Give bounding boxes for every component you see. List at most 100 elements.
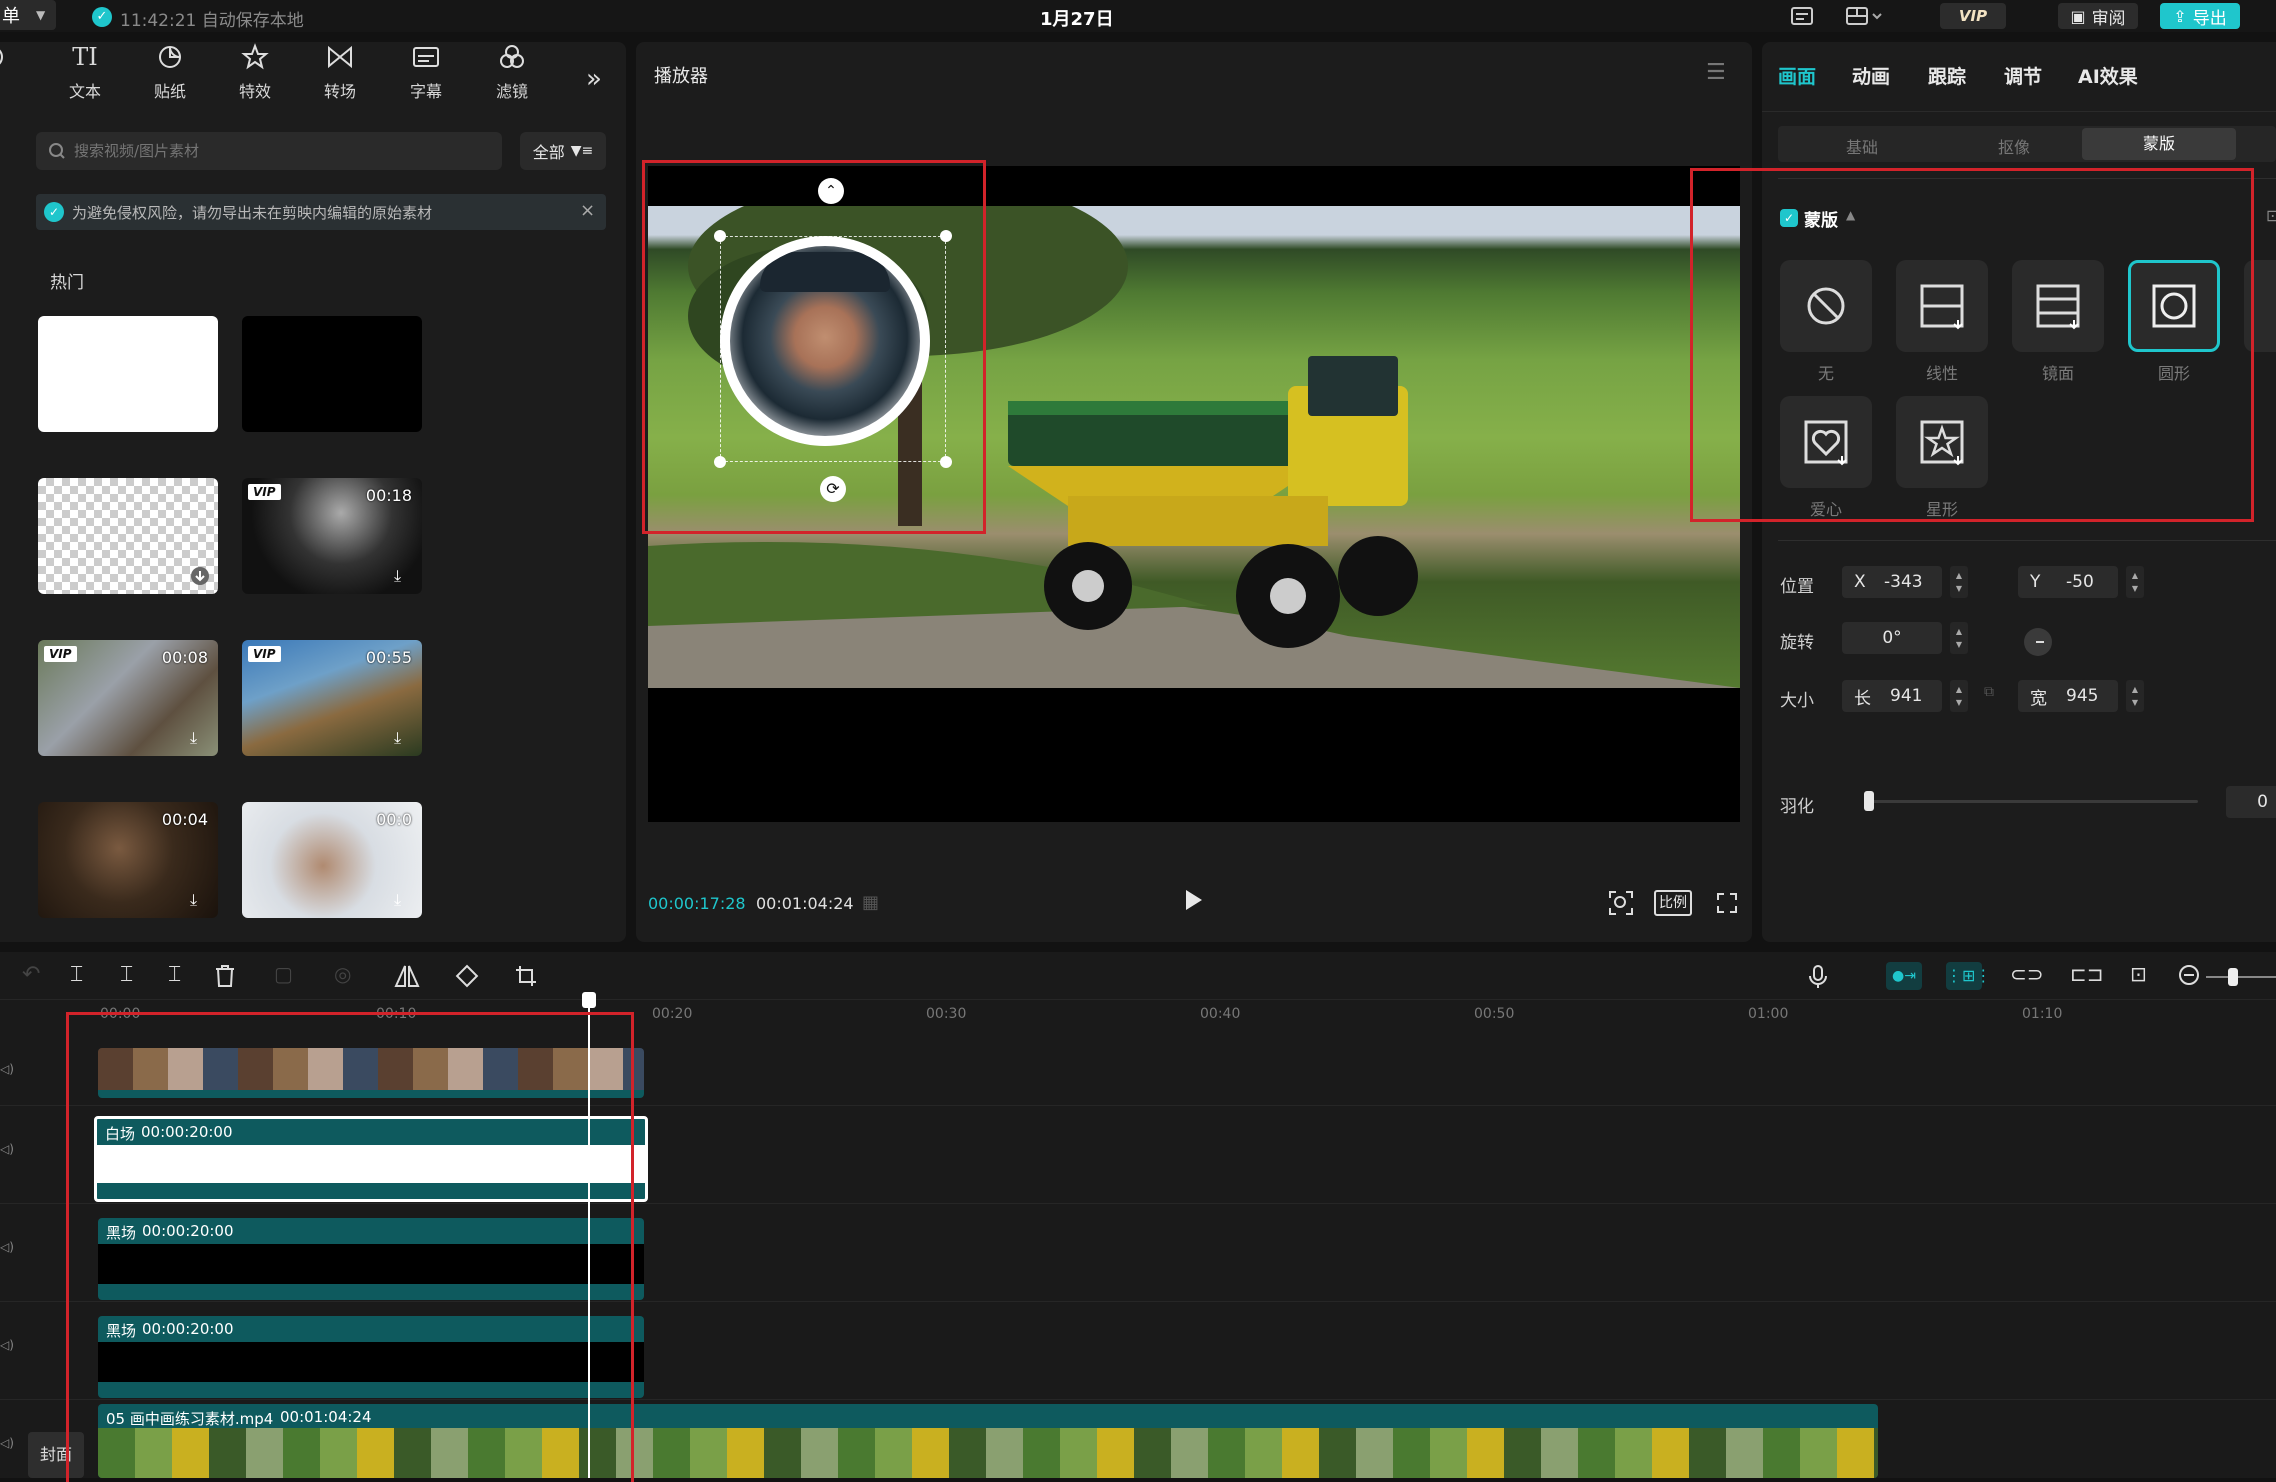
rotate-handle-icon[interactable]: ⟳	[820, 476, 846, 502]
subtab-keying[interactable]: 抠像	[1998, 134, 2030, 158]
mask-rectangle-partial[interactable]	[2244, 260, 2276, 352]
mask-selection-frame[interactable]	[720, 236, 946, 462]
zoom-out-icon[interactable]	[2178, 964, 2208, 994]
fullscreen-icon[interactable]	[1716, 892, 1738, 914]
width-field[interactable]: 宽 945	[2018, 680, 2118, 712]
split-right-icon[interactable]: ⌶	[168, 962, 198, 992]
media-thumb-blossom[interactable]: VIP 00:55 ⤓	[242, 640, 422, 756]
handle-top-right[interactable]	[940, 230, 952, 242]
undo-icon[interactable]: ↶	[22, 962, 52, 992]
split-icon[interactable]: ⌶	[70, 962, 100, 992]
tool-subtitle[interactable]: 字幕	[386, 42, 466, 102]
tool-text[interactable]: TI 文本	[45, 42, 125, 102]
y-stepper[interactable]: ▲ ▼	[2126, 566, 2144, 598]
track-audio-icon[interactable]: ◁)	[0, 1240, 14, 1254]
track-audio-icon[interactable]: ◁)	[0, 1436, 14, 1450]
download-icon[interactable]: ⤓	[190, 728, 210, 748]
rotation-field[interactable]: 0°	[1842, 622, 1942, 654]
time-ruler[interactable]: 00:00 00:10 00:20 00:30 00:40 00:50 01:0…	[0, 1000, 2276, 1040]
rotation-stepper[interactable]: ▲ ▼	[1950, 622, 1968, 654]
mask-circle[interactable]	[2128, 260, 2220, 352]
timeline-clip-black[interactable]: 黑场 00:00:20:00	[98, 1218, 644, 1300]
search-box[interactable]	[36, 132, 502, 170]
subtab-mask[interactable]: 蒙版	[2082, 128, 2236, 160]
timeline-clip-main[interactable]: 05 画中画练习素材.mp4 00:01:04:24	[98, 1404, 1878, 1478]
feather-slider-track[interactable]	[1868, 800, 2198, 803]
search-input[interactable]	[74, 138, 474, 164]
play-icon[interactable]	[1182, 888, 1204, 912]
x-stepper[interactable]: ▲ ▼	[1950, 566, 1968, 598]
timeline-clip-white[interactable]: 白场 00:00:20:00	[94, 1116, 648, 1202]
rotate-icon[interactable]	[454, 964, 484, 994]
download-icon[interactable]: ⤓	[394, 890, 414, 910]
export-button[interactable]: ⇪ 导出	[2160, 3, 2240, 29]
mask-heart[interactable]	[1780, 396, 1872, 488]
timeline-clip-black[interactable]: 黑场 00:00:20:00	[98, 1316, 644, 1398]
tool-filter[interactable]: 滤镜	[472, 42, 552, 102]
tab-tracking[interactable]: 跟踪	[1928, 62, 1966, 89]
feather-handle-icon[interactable]: ⌃	[818, 178, 844, 204]
position-y-field[interactable]: Y -50	[2018, 566, 2118, 598]
layout-icon[interactable]	[1845, 6, 1885, 26]
tool-sticker[interactable]: 贴纸	[130, 42, 210, 102]
media-thumb-transparent[interactable]	[38, 478, 218, 594]
feather-slider-thumb[interactable]	[1864, 791, 1874, 811]
fit-timeline-icon[interactable]: ⊡	[2130, 962, 2160, 992]
media-thumb-sparkle[interactable]: VIP 00:18 ⤓	[242, 478, 422, 594]
close-icon[interactable]: ×	[580, 200, 595, 221]
length-field[interactable]: 长 941	[1842, 680, 1942, 712]
tool-audio[interactable]: 频	[0, 42, 32, 102]
tab-adjust[interactable]: 调节	[2004, 62, 2042, 89]
position-x-field[interactable]: X -343	[1842, 566, 1942, 598]
more-tools-icon[interactable]: »	[586, 64, 602, 94]
tab-canvas[interactable]: 画面	[1778, 62, 1816, 89]
handle-top-left[interactable]	[714, 230, 726, 242]
mask-mirror[interactable]	[2012, 260, 2104, 352]
ratio-button[interactable]: 比例	[1654, 890, 1692, 916]
media-thumb-warrior[interactable]: 00:04 ⤓	[38, 802, 218, 918]
media-thumb-man-wiping[interactable]: VIP 00:08 ⤓	[38, 640, 218, 756]
video-canvas[interactable]: ⌃ ⟳	[648, 166, 1740, 822]
handle-bottom-right[interactable]	[940, 456, 952, 468]
main-track-magnet-icon[interactable]: ●⇥	[1886, 962, 1922, 990]
playhead-handle[interactable]	[582, 992, 596, 1008]
feather-value-field[interactable]: 0	[2226, 786, 2276, 818]
media-thumb-white[interactable]	[38, 316, 218, 432]
microphone-icon[interactable]	[1808, 964, 1838, 994]
handle-bottom-left[interactable]	[714, 456, 726, 468]
mask-checkbox[interactable]: ✓	[1780, 209, 1798, 227]
mask-linear[interactable]	[1896, 260, 1988, 352]
shortcut-icon[interactable]	[1790, 6, 1814, 26]
download-icon[interactable]: ⤓	[394, 566, 414, 586]
link-icon[interactable]: ⊂⊃	[2010, 962, 2044, 992]
link-ratio-icon[interactable]: ⧉	[1984, 684, 1994, 700]
reset-icon[interactable]: ⊡	[2266, 206, 2276, 225]
cover-button[interactable]: 封面	[28, 1432, 84, 1478]
menu-icon[interactable]: ☰	[1706, 60, 1726, 85]
crop-icon[interactable]	[514, 964, 544, 994]
menu-button[interactable]: 单 ▼	[0, 0, 56, 30]
preview-axis-icon[interactable]: ⊏⊐	[2070, 962, 2104, 992]
download-icon[interactable]	[190, 566, 210, 586]
timeline-grid-icon[interactable]: ▦	[862, 892, 879, 913]
mirror-icon[interactable]	[394, 964, 424, 994]
track-audio-icon[interactable]: ◁)	[0, 1142, 14, 1156]
mask-none[interactable]	[1780, 260, 1872, 352]
play-range-icon[interactable]: ◎	[334, 962, 364, 992]
track-audio-icon[interactable]: ◁)	[0, 1338, 14, 1352]
playhead[interactable]	[588, 996, 590, 1478]
tab-animation[interactable]: 动画	[1852, 62, 1890, 89]
auto-snap-icon[interactable]: ⋮⊞⋮	[1946, 962, 1991, 990]
media-thumb-black[interactable]	[242, 316, 422, 432]
rotation-dial-icon[interactable]	[2024, 628, 2052, 656]
vip-button[interactable]: VIP	[1940, 3, 2006, 29]
tool-transition[interactable]: 转场	[300, 42, 380, 102]
mask-star[interactable]	[1896, 396, 1988, 488]
zoom-fit-icon[interactable]	[1608, 890, 1634, 916]
track-audio-icon[interactable]: ◁)	[0, 1062, 14, 1076]
width-stepper[interactable]: ▲ ▼	[2126, 680, 2144, 712]
split-left-icon[interactable]: ⌶	[120, 962, 150, 992]
download-icon[interactable]: ⤓	[394, 728, 414, 748]
zoom-slider-thumb[interactable]	[2228, 968, 2238, 986]
download-icon[interactable]: ⤓	[190, 890, 210, 910]
